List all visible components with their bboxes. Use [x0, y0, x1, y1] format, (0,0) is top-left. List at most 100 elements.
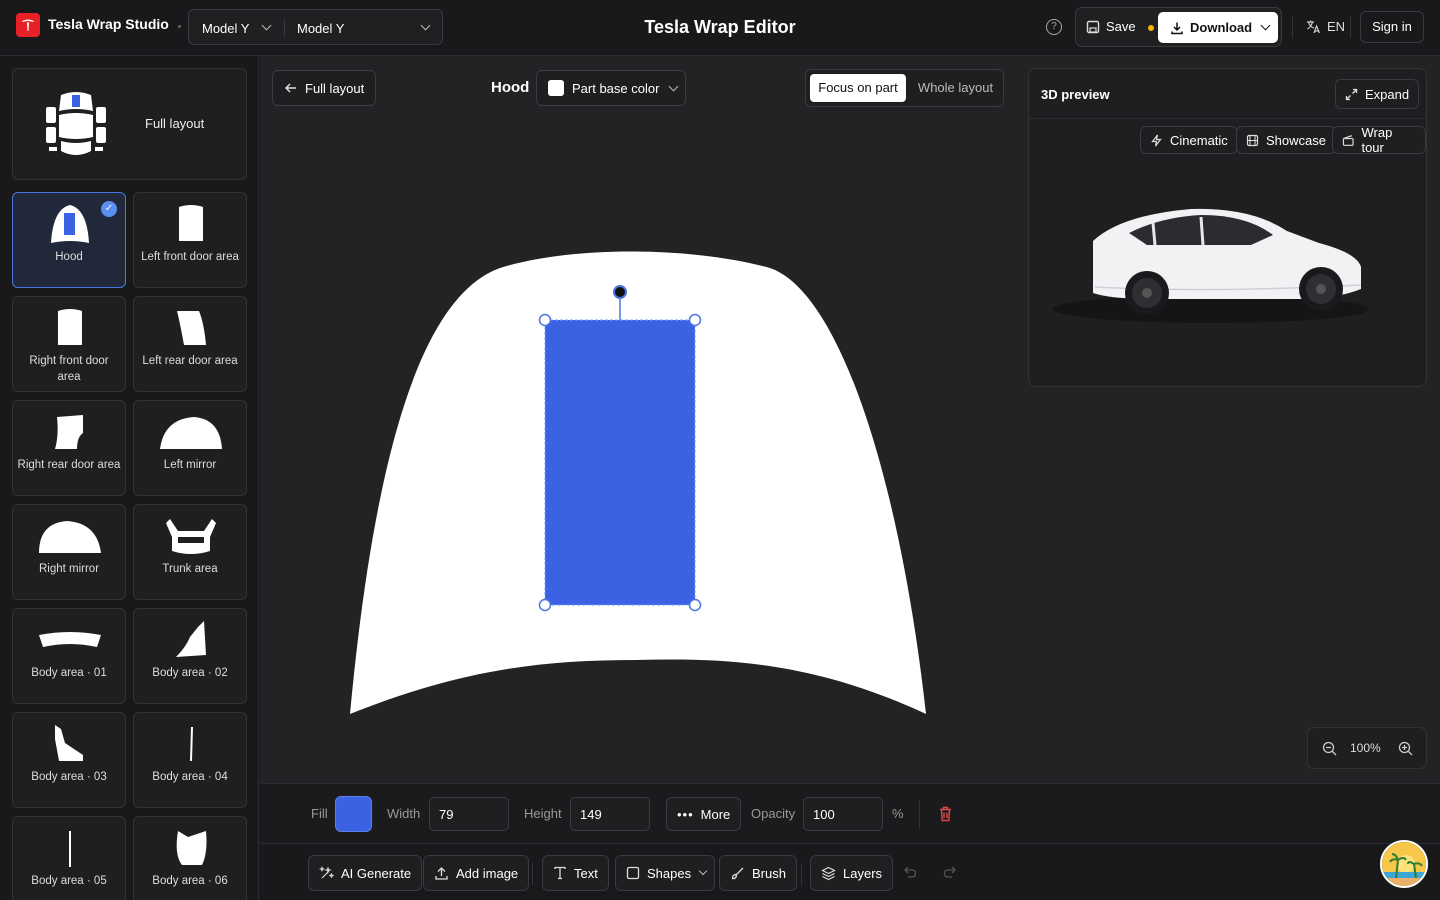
part-base-color-button[interactable]: Part base color: [536, 70, 687, 106]
resize-handle[interactable]: [688, 313, 702, 327]
body-panel-icon: [176, 831, 207, 865]
car-3d-model[interactable]: [1051, 201, 1371, 331]
part-label: Body area · 02: [152, 667, 228, 679]
part-tile-body-01[interactable]: Body area · 01: [12, 608, 126, 704]
fill-color-picker[interactable]: [335, 796, 372, 832]
trash-icon[interactable]: [938, 806, 953, 822]
whole-layout-tab[interactable]: Whole layout: [910, 74, 1001, 102]
full-layout-tile[interactable]: Full layout: [12, 68, 247, 180]
add-image-label: Add image: [456, 865, 519, 881]
view-mode-toggle: Focus on part Whole layout: [805, 69, 1004, 107]
door-icon: [177, 311, 206, 345]
clapperboard-icon: [1342, 134, 1354, 146]
hood-part-canvas[interactable]: [340, 240, 940, 730]
part-label: Left rear door area: [142, 355, 238, 367]
part-tile-right-mirror[interactable]: Right mirror: [12, 504, 126, 600]
part-label: Body area · 04: [152, 771, 228, 783]
back-to-full-layout-button[interactable]: Full layout: [272, 70, 377, 106]
redo-icon[interactable]: [943, 865, 957, 879]
part-tile-right-rear-door[interactable]: Right rear door area: [12, 400, 126, 496]
expand-button[interactable]: Expand: [1335, 79, 1420, 109]
focus-on-part-tab[interactable]: Focus on part: [810, 74, 906, 102]
base-color-label: Part base color: [572, 80, 660, 96]
opacity-unit: %: [892, 806, 904, 821]
part-tile-body-05[interactable]: Body area · 05: [12, 816, 126, 900]
cinematic-label: Cinematic: [1170, 132, 1228, 148]
model-secondary-select[interactable]: Model Y: [297, 21, 344, 36]
part-tile-hood[interactable]: ✓ Hood: [12, 192, 126, 288]
resize-handle[interactable]: [538, 598, 552, 612]
part-tile-body-04[interactable]: Body area · 04: [133, 712, 247, 808]
part-tile-left-front-door[interactable]: Left front door area: [133, 192, 247, 288]
more-button[interactable]: ••• More: [666, 797, 742, 831]
selected-rectangle[interactable]: [544, 319, 696, 606]
unsaved-indicator: [1148, 25, 1154, 31]
opacity-input[interactable]: 100: [803, 797, 883, 831]
text-tool-button[interactable]: Text: [542, 855, 609, 891]
resize-handle[interactable]: [688, 598, 702, 612]
save-icon: [1086, 20, 1100, 33]
chevron-down-icon: [668, 81, 679, 91]
ai-generate-label: AI Generate: [341, 865, 412, 881]
fill-label: Fill: [311, 806, 328, 821]
height-label: Height: [524, 806, 562, 821]
mirror-icon: [160, 417, 222, 449]
part-tile-left-rear-door[interactable]: Left rear door area: [133, 296, 247, 392]
zoom-controls: 100%: [1307, 727, 1427, 769]
language-selector[interactable]: EN: [1306, 19, 1345, 34]
body-panel-icon: [55, 725, 83, 761]
more-label: More: [700, 806, 731, 822]
text-icon: [554, 866, 566, 880]
part-label: Right mirror: [38, 563, 100, 575]
add-image-button[interactable]: Add image: [423, 855, 530, 891]
tesla-logo-icon: [16, 13, 40, 37]
model-selector[interactable]: Model Y Model Y: [188, 9, 443, 45]
showcase-button[interactable]: Showcase: [1236, 126, 1336, 154]
part-tile-body-03[interactable]: Body area · 03: [12, 712, 126, 808]
language-label: EN: [1327, 19, 1346, 34]
part-tile-trunk[interactable]: Trunk area: [133, 504, 247, 600]
brush-tool-button[interactable]: Brush: [719, 855, 797, 891]
part-label: Body area · 06: [152, 875, 228, 887]
undo-icon[interactable]: [903, 865, 917, 879]
rotate-handle[interactable]: [613, 285, 627, 299]
user-avatar[interactable]: [1380, 840, 1428, 888]
height-input[interactable]: 149: [570, 797, 650, 831]
width-input[interactable]: 79: [429, 797, 509, 831]
resize-handle[interactable]: [538, 313, 552, 327]
zoom-in-icon[interactable]: [1398, 741, 1413, 756]
help-icon[interactable]: ?: [1046, 19, 1062, 35]
current-part-name: Hood: [491, 79, 530, 96]
top-bar: Tesla Wrap Studio Model Y Model Y Tesla …: [0, 0, 1440, 56]
square-icon: [626, 866, 640, 880]
cinematic-button[interactable]: Cinematic: [1140, 126, 1238, 154]
back-label: Full layout: [305, 80, 365, 96]
shapes-tool-button[interactable]: Shapes: [615, 855, 716, 891]
part-label: Trunk area: [162, 563, 218, 575]
opacity-label: Opacity: [751, 806, 796, 821]
part-tile-right-front-door[interactable]: Right front door area: [12, 296, 126, 392]
trunk-icon: [166, 519, 216, 554]
save-label: Save: [1106, 19, 1136, 34]
ai-generate-button[interactable]: AI Generate: [308, 855, 423, 891]
expand-icon: [1345, 88, 1358, 100]
part-tile-left-mirror[interactable]: Left mirror: [133, 400, 247, 496]
download-button[interactable]: Download: [1158, 12, 1278, 43]
save-button[interactable]: Save: [1086, 19, 1136, 34]
layers-icon: [821, 866, 836, 880]
layers-button[interactable]: Layers: [810, 855, 894, 891]
wrap-tour-button[interactable]: Wrap tour: [1332, 125, 1426, 155]
brush-icon: [731, 867, 744, 879]
part-tile-body-06[interactable]: Body area · 06: [133, 816, 247, 900]
zoom-out-icon[interactable]: [1322, 741, 1337, 756]
chevron-down-icon: [1260, 20, 1271, 31]
part-tile-body-02[interactable]: Body area · 02: [133, 608, 247, 704]
color-swatch: [548, 80, 564, 96]
body-panel-icon: [39, 632, 101, 647]
door-icon: [55, 415, 83, 449]
part-label: Right rear door area: [17, 459, 121, 471]
sign-in-button[interactable]: Sign in: [1360, 11, 1424, 43]
more-icon: •••: [677, 806, 694, 822]
model-primary-select[interactable]: Model Y: [202, 21, 249, 36]
mirror-icon: [39, 521, 101, 553]
